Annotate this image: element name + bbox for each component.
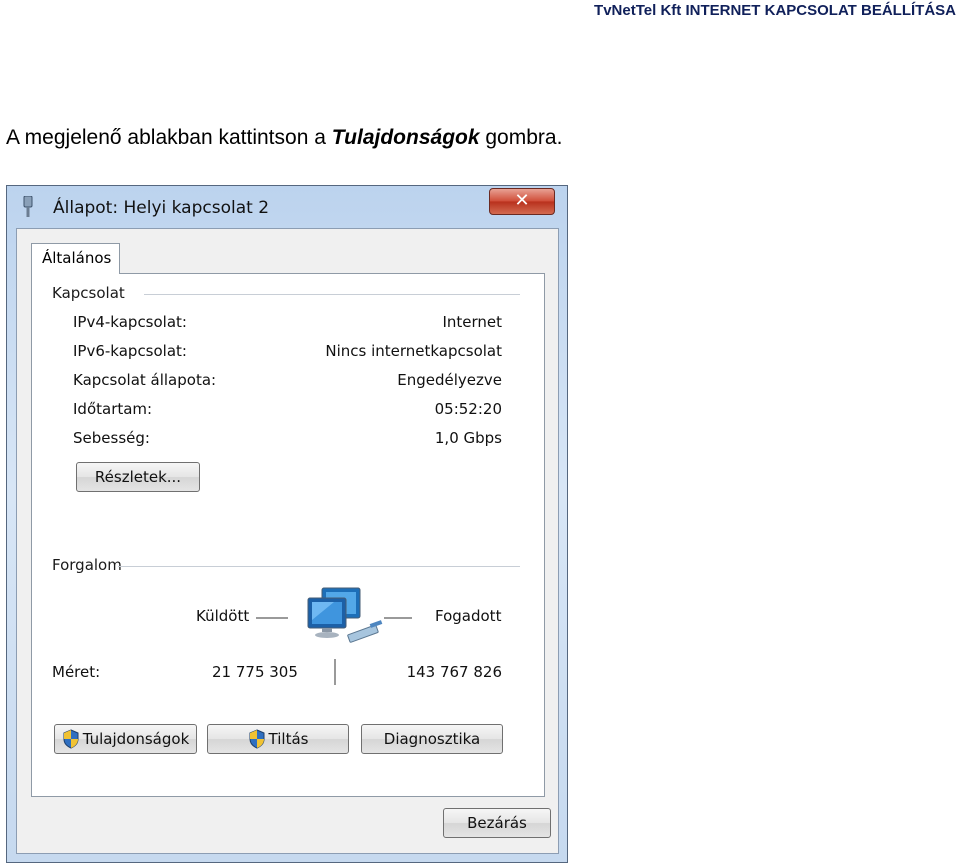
close-button[interactable]: Bezárás	[443, 808, 551, 838]
sent-label: Küldött	[196, 607, 250, 625]
uac-shield-icon	[249, 729, 265, 749]
properties-button[interactable]: Tulajdonságok	[54, 724, 197, 754]
instruction-emphasis: Tulajdonságok	[331, 126, 480, 149]
connection-group-heading: Kapcsolat	[52, 284, 125, 302]
connection-state-value: Engedélyezve	[397, 371, 502, 389]
window-title: Állapot: Helyi kapcsolat 2	[53, 198, 270, 218]
size-label: Méret:	[52, 663, 101, 681]
uac-shield-icon	[63, 729, 79, 749]
diagnose-button-label: Diagnosztika	[383, 730, 481, 748]
received-connector-line	[384, 617, 412, 619]
instruction-prefix: A megjelenő ablakban kattintson a	[6, 126, 332, 149]
details-button[interactable]: Részletek...	[76, 462, 200, 492]
network-computers-icon	[307, 587, 383, 643]
received-label: Fogadott	[435, 607, 502, 625]
traffic-group-heading: Forgalom	[52, 556, 122, 574]
sent-bytes-value: 21 775 305	[212, 663, 298, 681]
duration-label: Időtartam:	[73, 400, 153, 418]
title-bar[interactable]: Állapot: Helyi kapcsolat 2 ✕	[7, 186, 567, 228]
instruction-text: A megjelenő ablakban kattintson a Tulajd…	[6, 126, 562, 150]
traffic-divider	[334, 659, 336, 685]
connection-state-label: Kapcsolat állapota:	[73, 371, 217, 389]
group-divider	[144, 294, 520, 295]
disable-button-label: Tiltás	[268, 730, 309, 748]
properties-button-label: Tulajdonságok	[82, 730, 190, 748]
general-panel: Kapcsolat IPv4-kapcsolat: Internet IPv6-…	[31, 273, 545, 797]
duration-value: 05:52:20	[434, 400, 502, 418]
group-divider	[118, 566, 520, 567]
sent-connector-line	[256, 617, 288, 619]
ipv6-label: IPv6-kapcsolat:	[73, 342, 187, 360]
document-header: TvNetTel Kft INTERNET KAPCSOLAT BEÁLLÍTÁ…	[594, 2, 956, 19]
instruction-suffix: gombra.	[479, 126, 563, 149]
details-button-label: Részletek...	[94, 468, 182, 486]
received-bytes-value: 143 767 826	[406, 663, 502, 681]
ipv6-value: Nincs internetkapcsolat	[325, 342, 502, 360]
speed-label: Sebesség:	[73, 429, 150, 447]
ipv4-value: Internet	[442, 313, 502, 331]
ipv4-label: IPv4-kapcsolat:	[73, 313, 187, 331]
disable-button[interactable]: Tiltás	[207, 724, 349, 754]
network-plug-icon	[23, 196, 33, 217]
dialog-client-area: Általános Kapcsolat IPv4-kapcsolat: Inte…	[16, 228, 559, 854]
diagnose-button[interactable]: Diagnosztika	[361, 724, 503, 754]
speed-value: 1,0 Gbps	[434, 429, 502, 447]
close-window-button[interactable]: ✕	[489, 188, 555, 215]
close-button-label: Bezárás	[467, 814, 527, 832]
status-dialog: Állapot: Helyi kapcsolat 2 ✕ Általános K…	[6, 185, 568, 863]
tab-general[interactable]: Általános	[31, 243, 120, 274]
